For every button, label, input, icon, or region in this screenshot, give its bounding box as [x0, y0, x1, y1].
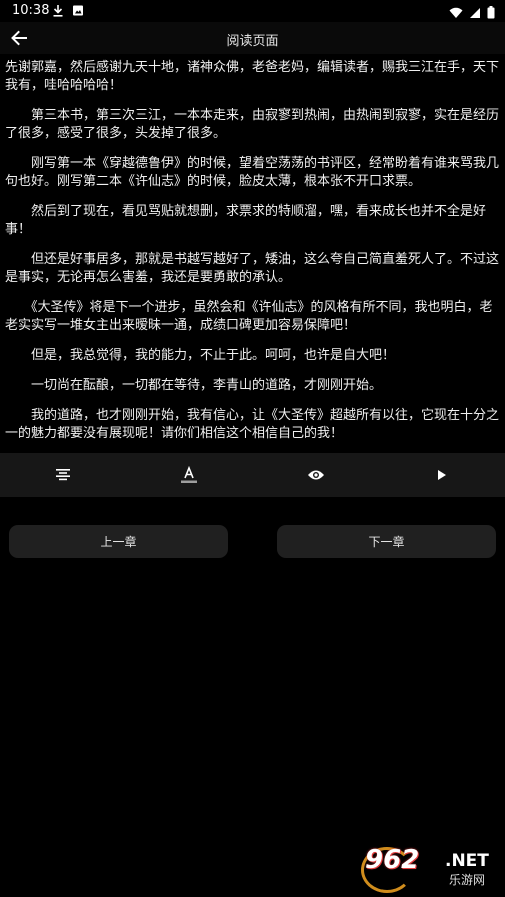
reader-content[interactable]: 先谢郭嘉，然后感谢九天十地，诸神众佛，老爸老妈，编辑读者，赐我三江在手，天下我有…: [0, 55, 505, 497]
font-color-icon[interactable]: [169, 455, 209, 495]
app-bar: 阅读页面: [0, 22, 505, 54]
watermark-net: .NET: [445, 851, 489, 871]
paragraph: 刚写第一本《穿越德鲁伊》的时候，望着空荡荡的书评区，经常盼着有谁来骂我几句也好。…: [5, 156, 500, 189]
status-bar: 10:38: [0, 0, 505, 22]
status-right-icons: [449, 4, 495, 23]
status-left-icons: [52, 4, 84, 17]
paragraph: 但是，我总觉得，我的能力，不止于此。呵呵，也许是自大吧！: [5, 348, 396, 363]
align-text-icon[interactable]: [43, 455, 83, 495]
play-icon[interactable]: [422, 455, 462, 495]
watermark-logo: 962 .NET 乐游网: [361, 845, 497, 893]
photo-icon: [72, 4, 84, 17]
eye-icon[interactable]: [296, 455, 336, 495]
paragraph: 一切尚在酝酿，一切都在等待，李青山的道路，才刚刚开始。: [5, 378, 383, 393]
cell-signal-icon: [469, 4, 481, 23]
status-time: 10:38: [12, 3, 50, 18]
paragraph: 《大圣传》将是下一个进步，虽然会和《许仙志》的风格有所不同，我也明白，老老实实写…: [5, 300, 493, 333]
wifi-icon: [449, 4, 463, 23]
chapter-text: 先谢郭嘉，然后感谢九天十地，诸神众佛，老爸老妈，编辑读者，赐我三江在手，天下我有…: [0, 55, 505, 443]
paragraph: 先谢郭嘉，然后感谢九天十地，诸神众佛，老爸老妈，编辑读者，赐我三江在手，天下我有…: [5, 60, 500, 93]
reader-toolbar: [0, 453, 505, 497]
prev-chapter-button[interactable]: 上一章: [9, 525, 228, 558]
watermark-subtitle: 乐游网: [449, 873, 486, 887]
watermark-number: 962: [365, 845, 420, 875]
battery-icon: [487, 4, 495, 23]
download-icon: [52, 4, 64, 17]
paragraph: 但还是好事居多，那就是书越写越好了，矮油，这么夸自己简直羞死人了。不过这是事实，…: [5, 252, 500, 285]
paragraph: 第三本书，第三次三江，一本本走来，由寂寥到热闹，由热闹到寂寥，实在是经历了很多，…: [5, 108, 500, 141]
next-chapter-button[interactable]: 下一章: [277, 525, 496, 558]
paragraph: 然后到了现在，看见骂贴就想删，求票求的特顺溜，嘿，看来成长也并不全是好事！: [5, 204, 487, 237]
page-title: 阅读页面: [226, 34, 279, 49]
paragraph: 我的道路，也才刚刚开始，我有信心，让《大圣传》超越所有以往，它现在十分之一的魅力…: [5, 408, 500, 441]
